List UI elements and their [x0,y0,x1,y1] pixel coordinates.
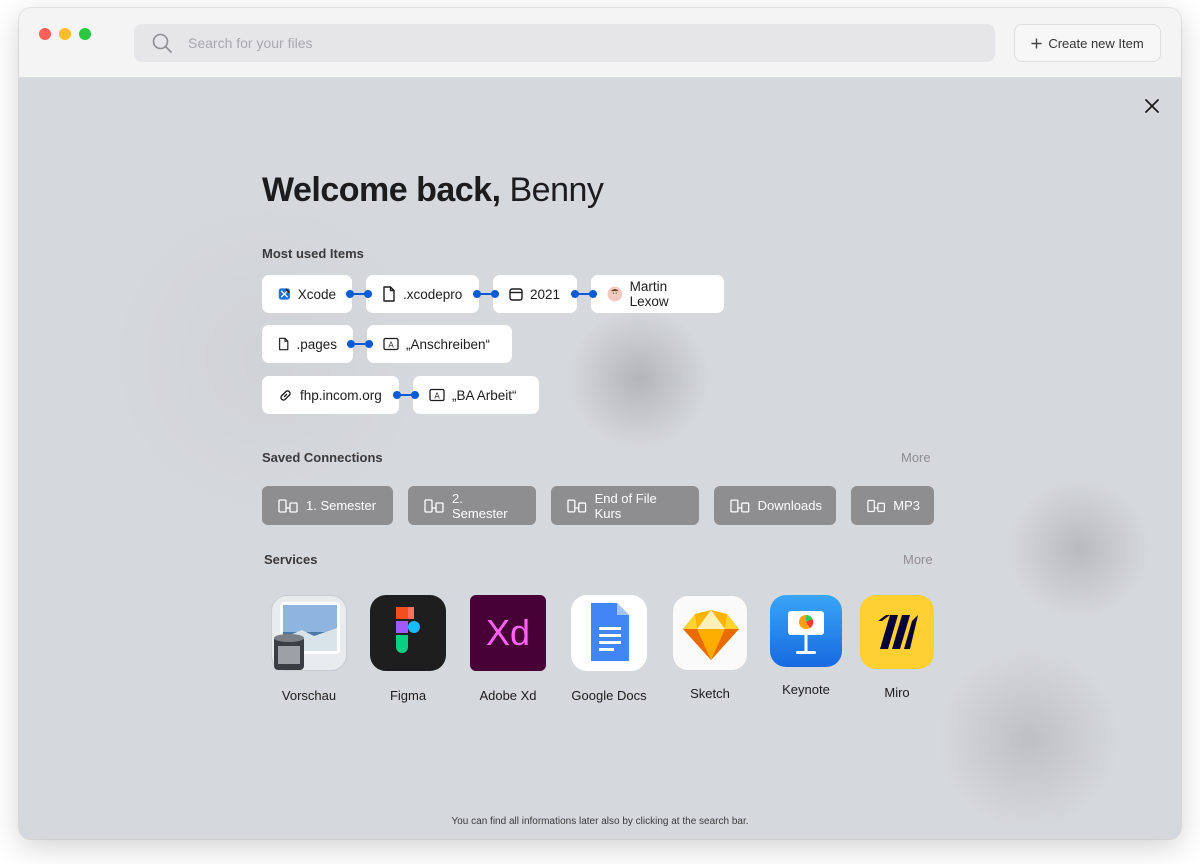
svg-text:A: A [434,392,440,401]
search-input[interactable] [188,35,888,51]
service-label: Google Docs [571,688,647,703]
connection-mp3[interactable]: MP3 [851,486,934,525]
chip-label: Martin Lexow [629,279,669,309]
connection-icon [424,498,444,513]
service-label: Miro [884,685,910,700]
connection-label: 1. Semester [306,498,377,513]
app-window: Create new Item Welcome back, Benny Most… [19,8,1181,839]
chip-martin-lexow[interactable]: Martin Lexow [591,275,724,313]
chip-label: .pages [296,336,337,352]
service-adobe-xd[interactable]: Xd Adobe Xd [463,595,553,703]
text-box-icon: A [383,337,399,351]
chip-label: fhp.incom.org [300,387,382,403]
figma-icon [370,595,446,671]
most-used-row-1: Xcode .xcodepro 2021 Martin Lexow [262,275,724,313]
chip-label: 2021 [530,286,561,302]
page-title: Welcome back, Benny [262,171,604,210]
search-icon [152,33,172,53]
document-icon [279,337,289,351]
connection-link-icon [393,376,419,414]
most-used-row-2: .pages A „Anschreiben“ [262,325,512,363]
service-vorschau[interactable]: Vorschau [264,595,354,703]
chip-ba-arbeit[interactable]: A „BA Arbeit“ [413,376,539,414]
chip-2021[interactable]: 2021 [493,275,577,313]
connection-downloads[interactable]: Downloads [714,486,836,525]
chip-xcodepro[interactable]: .xcodepro [366,275,479,313]
connection-link-icon [346,275,372,313]
connection-2-semester[interactable]: 2. Semester [408,486,536,525]
connection-icon [278,498,298,513]
create-new-item-label: Create new Item [1048,35,1144,51]
service-miro[interactable]: Miro [852,595,942,700]
service-google-docs[interactable]: Google Docs [564,595,654,703]
saved-connections-title: Saved Connections [262,450,383,465]
vorschau-icon [271,595,347,671]
service-figma[interactable]: Figma [363,595,453,703]
chip-label: „BA Arbeit“ [452,387,517,403]
connection-link-icon [347,325,373,363]
welcome-greeting: Welcome back, [262,171,501,209]
chip-pages[interactable]: .pages [262,325,353,363]
window-close-button[interactable] [39,28,51,40]
xcode-icon [278,288,290,300]
plus-icon [1031,38,1042,48]
connection-label: Downloads [757,498,822,513]
chip-anschreiben[interactable]: A „Anschreiben“ [367,325,512,363]
service-keynote[interactable]: Keynote [761,595,851,697]
saved-connections-list: 1. Semester 2. Semester End of File Kurs [262,486,934,525]
svg-text:Xd: Xd [486,612,530,653]
connection-label: MP3 [893,498,920,513]
user-name: Benny [509,171,604,209]
services-more-link[interactable]: More [903,552,933,567]
adobe-xd-icon: Xd [470,595,546,671]
miro-icon [860,595,934,669]
connection-icon [567,498,587,513]
connection-label: End of File Kurs [594,490,657,521]
create-new-item-button[interactable]: Create new Item [1014,24,1161,62]
service-label: Figma [389,688,427,703]
footer-note: You can find all informations later also… [451,816,749,827]
avatar-icon [607,286,623,302]
search-bar[interactable] [134,24,995,62]
chip-label: .xcodepro [403,286,463,302]
most-used-title: Most used Items [262,246,364,261]
window-minimize-button[interactable] [59,28,71,40]
service-label: Sketch [690,686,730,701]
connection-link-icon [473,275,499,313]
service-sketch[interactable]: Sketch [665,595,755,701]
saved-connections-more-link[interactable]: More [901,450,931,465]
connection-label: 2. Semester [451,490,508,521]
close-icon[interactable] [1144,98,1160,114]
chip-xcode[interactable]: Xcode [262,275,352,313]
window-maximize-button[interactable] [79,28,91,40]
service-label: Adobe Xd [479,688,537,703]
connection-end-of-file-kurs[interactable]: End of File Kurs [551,486,699,525]
document-icon [383,286,395,302]
chip-label: Xcode [297,286,336,302]
title-bar: Create new Item [19,8,1181,78]
svg-text:A: A [388,341,394,350]
keynote-icon [770,595,842,667]
connection-link-icon [571,275,597,313]
connection-1-semester[interactable]: 1. Semester [262,486,393,525]
sketch-icon [672,595,748,671]
link-icon [280,389,291,401]
connection-icon [867,499,885,512]
most-used-row-3: fhp.incom.org A „BA Arbeit“ [262,376,539,414]
main-content: Welcome back, Benny Most used Items Xcod… [19,79,1181,839]
chip-label: „Anschreiben“ [406,336,491,352]
service-label: Keynote [782,682,830,697]
connection-icon [730,498,750,513]
google-docs-icon [571,595,647,671]
service-label: Vorschau [281,688,337,703]
chip-fhp-incom[interactable]: fhp.incom.org [262,376,399,414]
services-title: Services [264,552,318,567]
services-list: Vorschau Figma Xd Adobe Xd Google Docs S… [264,595,944,705]
calendar-icon [509,288,523,301]
text-box-icon: A [429,388,445,402]
